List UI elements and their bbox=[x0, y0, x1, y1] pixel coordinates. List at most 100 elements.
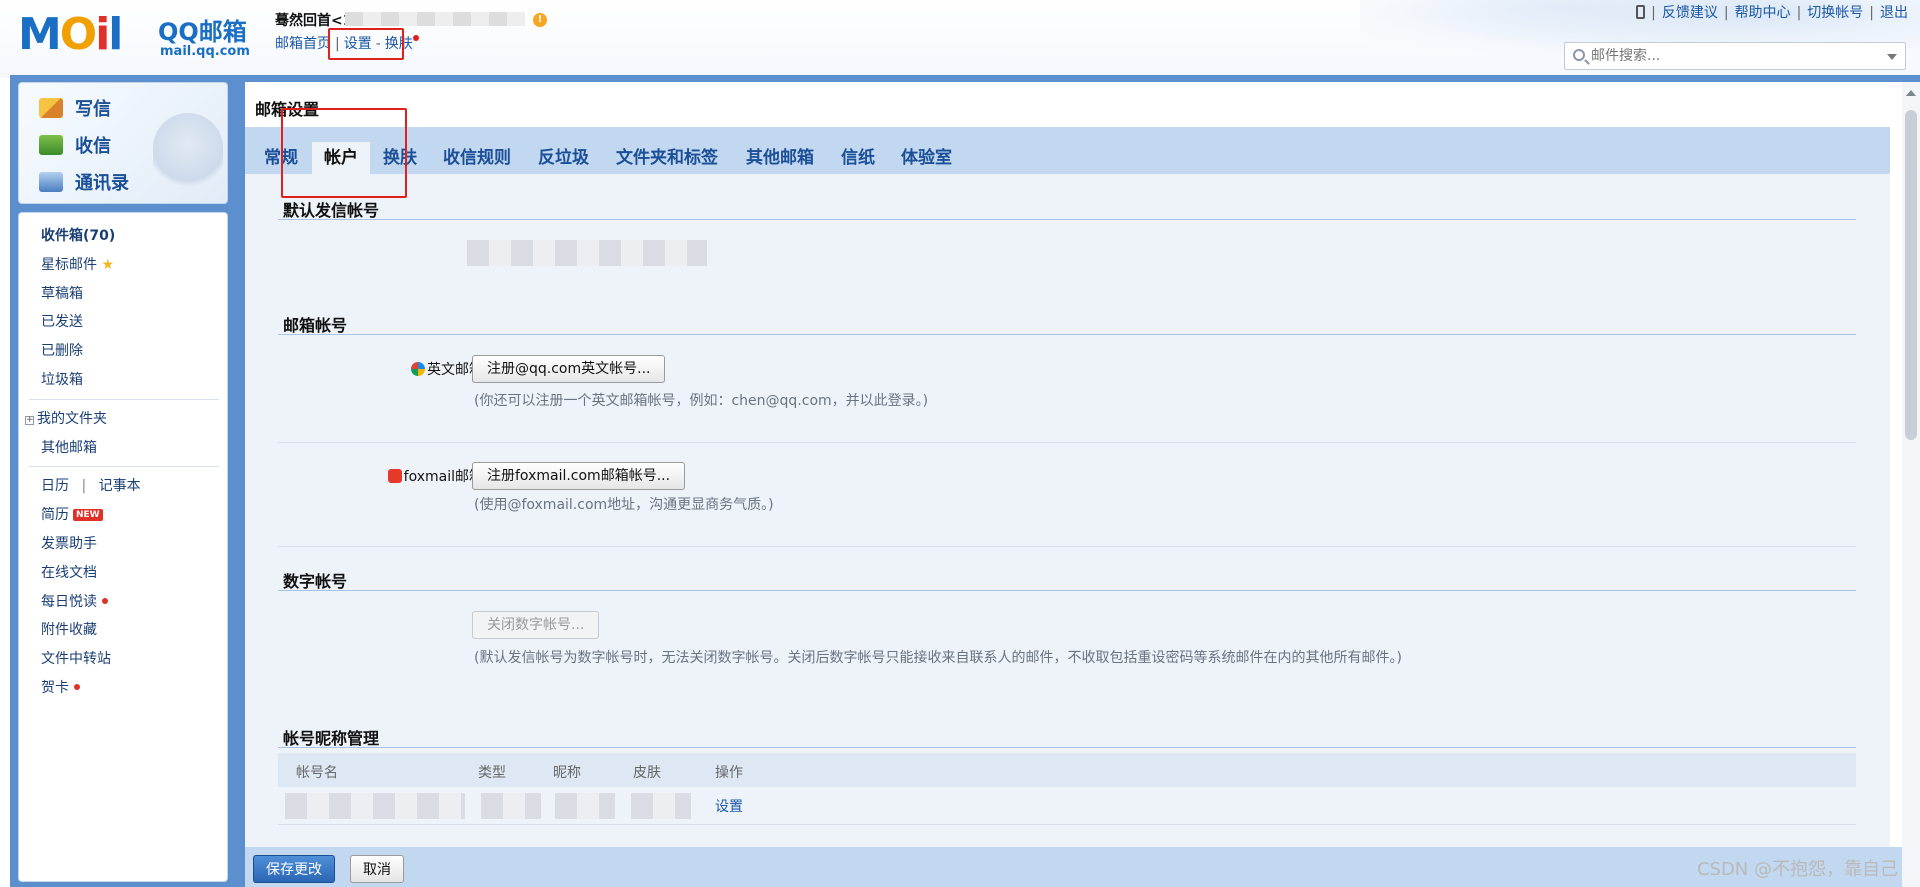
csdn-watermark: CSDN @不抱怨，靠自己 bbox=[1696, 859, 1898, 880]
col-nickname: 昵称 bbox=[553, 765, 581, 781]
col-account-name: 帐号名 bbox=[296, 765, 338, 781]
section-divider bbox=[278, 590, 1856, 591]
divider bbox=[29, 466, 219, 467]
col-type: 类型 bbox=[478, 765, 506, 781]
invoice-assistant-link[interactable]: 发票助手 bbox=[41, 533, 97, 553]
scroll-up-icon[interactable] bbox=[1906, 90, 1916, 96]
switch-account-link[interactable]: 切换帐号 bbox=[1807, 5, 1863, 21]
folder-spam[interactable]: 垃圾箱 bbox=[41, 369, 83, 389]
vertical-scrollbar[interactable] bbox=[1902, 82, 1920, 887]
blurred-account-name bbox=[285, 793, 465, 819]
notepad-link[interactable]: 记事本 bbox=[99, 478, 141, 494]
col-skin: 皮肤 bbox=[633, 765, 661, 781]
contacts-button[interactable]: 通讯录 bbox=[39, 169, 129, 195]
col-action: 操作 bbox=[715, 765, 743, 781]
register-english-account-button[interactable]: 注册@qq.com英文帐号... bbox=[472, 355, 666, 383]
section-divider bbox=[278, 747, 1856, 748]
tab-anti-spam[interactable]: 反垃圾 bbox=[538, 142, 589, 174]
help-link[interactable]: 帮助中心 bbox=[1735, 5, 1791, 21]
save-changes-button[interactable]: 保存更改 bbox=[253, 855, 335, 883]
file-transfer-link[interactable]: 文件中转站 bbox=[41, 648, 111, 668]
red-dot-indicator bbox=[102, 598, 108, 604]
folder-my-folders[interactable]: + 我的文件夹 bbox=[25, 408, 107, 428]
logout-link[interactable]: 退出 bbox=[1880, 5, 1908, 21]
calendar-link[interactable]: 日历 bbox=[41, 478, 69, 494]
row-divider bbox=[278, 442, 1856, 443]
section-digital-account: 数字帐号 bbox=[283, 572, 348, 591]
mail-search-box[interactable] bbox=[1564, 42, 1906, 70]
compose-panel: 写信 收信 通讯录 bbox=[18, 82, 228, 204]
notification-dot bbox=[412, 35, 419, 41]
write-button[interactable]: 写信 bbox=[39, 95, 111, 121]
tab-receive-rules[interactable]: 收信规则 bbox=[443, 142, 511, 174]
row-settings-link[interactable]: 设置 bbox=[715, 796, 743, 816]
logo-domain: mail.qq.com bbox=[160, 44, 250, 59]
blurred-nickname bbox=[555, 793, 615, 819]
section-default-sender: 默认发信帐号 bbox=[283, 201, 380, 220]
section-divider bbox=[278, 219, 1856, 220]
pencil-icon bbox=[39, 98, 63, 118]
cancel-button[interactable]: 取消 bbox=[350, 855, 404, 883]
tab-folders-labels[interactable]: 文件夹和标签 bbox=[616, 142, 718, 174]
feedback-link[interactable]: 反馈建议 bbox=[1662, 5, 1718, 21]
star-icon: ★ bbox=[101, 257, 115, 273]
tab-stationery[interactable]: 信纸 bbox=[841, 142, 875, 174]
search-dropdown-icon[interactable] bbox=[1887, 54, 1897, 60]
tab-account[interactable]: 帐户 bbox=[312, 142, 370, 174]
daily-reading-link[interactable]: 每日悦读 bbox=[41, 591, 108, 611]
red-dot-indicator bbox=[74, 684, 80, 690]
search-input[interactable] bbox=[1591, 47, 1871, 65]
mobile-icon[interactable] bbox=[1636, 5, 1646, 19]
penguin-mascot-icon bbox=[153, 113, 223, 193]
folder-starred[interactable]: 星标邮件 ★ bbox=[41, 254, 114, 274]
warning-icon[interactable]: ! bbox=[533, 13, 547, 27]
folder-deleted[interactable]: 已删除 bbox=[41, 340, 83, 360]
search-icon bbox=[1573, 49, 1585, 61]
attachments-link[interactable]: 附件收藏 bbox=[41, 619, 97, 639]
foxmail-account-hint: (使用@foxmail.com地址，沟通更显商务气质。) bbox=[474, 497, 774, 513]
online-docs-link[interactable]: 在线文档 bbox=[41, 562, 97, 582]
top-header: MOil QQ邮箱 mail.qq.com 蓦然回首<1 ! 邮箱首页 | 设置 - 换… bbox=[0, 0, 1920, 78]
tab-other-mailboxes[interactable]: 其他邮箱 bbox=[746, 142, 814, 174]
tab-lab[interactable]: 体验室 bbox=[901, 142, 952, 174]
skin-link[interactable]: 换肤 bbox=[385, 36, 413, 52]
tab-general[interactable]: 常规 bbox=[264, 142, 298, 174]
receive-button[interactable]: 收信 bbox=[39, 132, 111, 158]
new-badge: NEW bbox=[73, 509, 103, 521]
scroll-thumb[interactable] bbox=[1905, 110, 1917, 440]
user-name: 蓦然回首<1 bbox=[275, 13, 353, 29]
folder-panel: 收件箱(70) 星标邮件 ★ 草稿箱 已发送 已删除 垃圾箱 + 我的文件夹 其他… bbox=[18, 212, 228, 882]
mailbox-home-link[interactable]: 邮箱首页 bbox=[275, 36, 331, 52]
divider bbox=[29, 399, 219, 400]
digital-account-hint: (默认发信帐号为数字帐号时，无法关闭数字帐号。关闭后数字帐号只能接收来自联系人的… bbox=[474, 650, 1402, 666]
section-divider bbox=[278, 334, 1856, 335]
register-foxmail-account-button[interactable]: 注册foxmail.com邮箱帐号... bbox=[472, 462, 686, 490]
logo-wordmark: MOil bbox=[18, 9, 123, 60]
section-mailbox-account: 邮箱帐号 bbox=[283, 316, 348, 335]
blurred-default-account[interactable] bbox=[467, 240, 707, 266]
expand-icon[interactable]: + bbox=[25, 416, 34, 425]
settings-link[interactable]: 设置 bbox=[344, 36, 372, 52]
calendar-notepad-row: 日历 | 记事本 bbox=[41, 478, 141, 494]
settings-content: 邮箱设置 常规 帐户 换肤 收信规则 反垃圾 文件夹和标签 其他邮箱 信纸 体验… bbox=[245, 82, 1902, 887]
tab-skin[interactable]: 换肤 bbox=[383, 142, 417, 174]
folder-inbox[interactable]: 收件箱(70) bbox=[41, 225, 115, 245]
top-nav-links: 邮箱首页 | 设置 - 换肤 bbox=[275, 33, 419, 53]
english-account-hint: (你还可以注册一个英文邮箱帐号，例如：chen@qq.com，并以此登录。) bbox=[474, 393, 929, 409]
qq-mail-logo[interactable]: MOil QQ邮箱 mail.qq.com bbox=[18, 10, 258, 60]
blurred-email bbox=[345, 12, 525, 26]
foxmail-icon bbox=[387, 469, 402, 483]
folder-drafts[interactable]: 草稿箱 bbox=[41, 283, 83, 303]
logo-title: QQ邮箱 bbox=[158, 18, 247, 46]
inbox-download-icon bbox=[39, 135, 63, 155]
resume-link[interactable]: 简历 NEW bbox=[41, 504, 103, 524]
page-title: 邮箱设置 bbox=[255, 100, 320, 119]
folder-sent[interactable]: 已发送 bbox=[41, 311, 83, 331]
right-top-links: | 反馈建议 | 帮助中心 | 切换帐号 | 退出 bbox=[1636, 2, 1908, 22]
close-digital-account-button[interactable]: 关闭数字帐号... bbox=[472, 611, 600, 639]
folder-other-mailboxes[interactable]: 其他邮箱 bbox=[41, 437, 97, 457]
row-divider bbox=[278, 824, 1856, 825]
nickname-table-header: 帐号名 类型 昵称 皮肤 操作 bbox=[278, 753, 1856, 787]
greeting-cards-link[interactable]: 贺卡 bbox=[41, 677, 80, 697]
blurred-type bbox=[481, 793, 541, 819]
